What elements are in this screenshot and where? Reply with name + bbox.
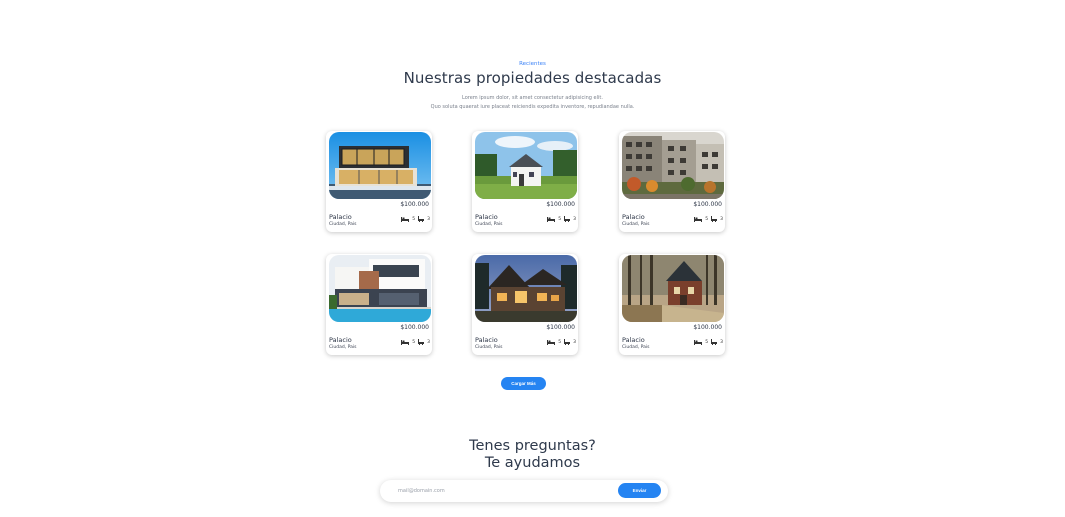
baths-count: 3 [573,339,576,345]
property-amenities: 5 3 [547,216,576,222]
property-price: $100.000 [546,201,575,208]
baths-count: 3 [720,339,723,345]
property-card[interactable]: $100.000 Palacio Ciudad, Pais 5 3 [326,131,432,232]
property-price: $100.000 [400,201,429,208]
faq-title-line-1: Tenes preguntas? [469,438,596,454]
property-name: Palacio [329,213,352,221]
subtitle-line-1: Lorem ipsum dolor, sit amet consectetur … [462,95,603,101]
faq-title-line-2: Te ayudamos [484,455,581,471]
beds-count: 5 [412,339,416,345]
bed-icon [401,217,410,222]
section-subtitle: Lorem ipsum dolor, sit amet consectetur … [0,94,1065,112]
property-card[interactable]: $100.000 Palacio Ciudad, Pais 5 3 [619,254,725,355]
modern-glass-house-image [329,132,431,199]
property-price: $100.000 [693,324,722,331]
property-card[interactable]: $100.000 Palacio Ciudad, Pais 5 3 [472,131,578,232]
property-name: Palacio [475,336,498,344]
newsletter-form: Enviar [380,480,668,502]
dusk-house-image [475,255,577,322]
pool-villa-image [329,255,431,322]
property-name: Palacio [622,213,645,221]
property-location: Ciudad, Pais [329,222,357,227]
property-price: $100.000 [400,324,429,331]
apartment-block-image [622,132,724,199]
bed-icon [547,340,556,345]
property-price: $100.000 [546,324,575,331]
property-photo[interactable] [475,132,577,199]
property-card[interactable]: $100.000 Palacio Ciudad, Pais 5 3 [619,131,725,232]
property-location: Ciudad, Pais [622,222,650,227]
bath-icon [711,339,718,345]
beds-count: 5 [412,216,416,222]
property-location: Ciudad, Pais [622,345,650,350]
property-name: Palacio [622,336,645,344]
property-amenities: 5 3 [694,216,723,222]
beds-count: 5 [705,216,709,222]
bath-icon [418,339,425,345]
property-location: Ciudad, Pais [329,345,357,350]
featured-header: Recientes Nuestras propiedades destacada… [0,61,1065,112]
property-photo[interactable] [475,255,577,322]
property-location: Ciudad, Pais [475,222,503,227]
email-input[interactable] [398,486,598,496]
section-title: Nuestras propiedades destacadas [403,69,662,87]
send-button[interactable]: Enviar [618,483,661,498]
property-amenities: 5 3 [401,216,430,222]
property-card[interactable]: $100.000 Palacio Ciudad, Pais 5 3 [326,254,432,355]
load-more-button[interactable]: Cargar Más [501,377,546,390]
beds-count: 5 [558,339,562,345]
baths-count: 3 [573,216,576,222]
faq-section: Tenes preguntas? Te ayudamos [0,438,1065,472]
section-eyebrow: Recientes [519,61,546,67]
beds-count: 5 [705,339,709,345]
bed-icon [547,217,556,222]
bed-icon [401,340,410,345]
baths-count: 3 [427,216,430,222]
property-amenities: 5 3 [547,339,576,345]
property-photo[interactable] [329,255,431,322]
property-card[interactable]: $100.000 Palacio Ciudad, Pais 5 3 [472,254,578,355]
beds-count: 5 [558,216,562,222]
property-photo[interactable] [329,132,431,199]
subtitle-line-2: Quo soluta quaerat iure placeat reiciend… [430,104,635,110]
bath-icon [564,216,571,222]
property-name: Palacio [475,213,498,221]
baths-count: 3 [720,216,723,222]
baths-count: 3 [427,339,430,345]
bath-icon [418,216,425,222]
property-price: $100.000 [693,201,722,208]
property-amenities: 5 3 [401,339,430,345]
property-grid: $100.000 Palacio Ciudad, Pais 5 3 $100.0… [326,131,728,357]
property-name: Palacio [329,336,352,344]
property-location: Ciudad, Pais [475,345,503,350]
bed-icon [694,340,703,345]
property-photo[interactable] [622,255,724,322]
bed-icon [694,217,703,222]
property-amenities: 5 3 [694,339,723,345]
property-photo[interactable] [622,132,724,199]
bath-icon [711,216,718,222]
bath-icon [564,339,571,345]
white-cottage-image [475,132,577,199]
forest-brick-house-image [622,255,724,322]
